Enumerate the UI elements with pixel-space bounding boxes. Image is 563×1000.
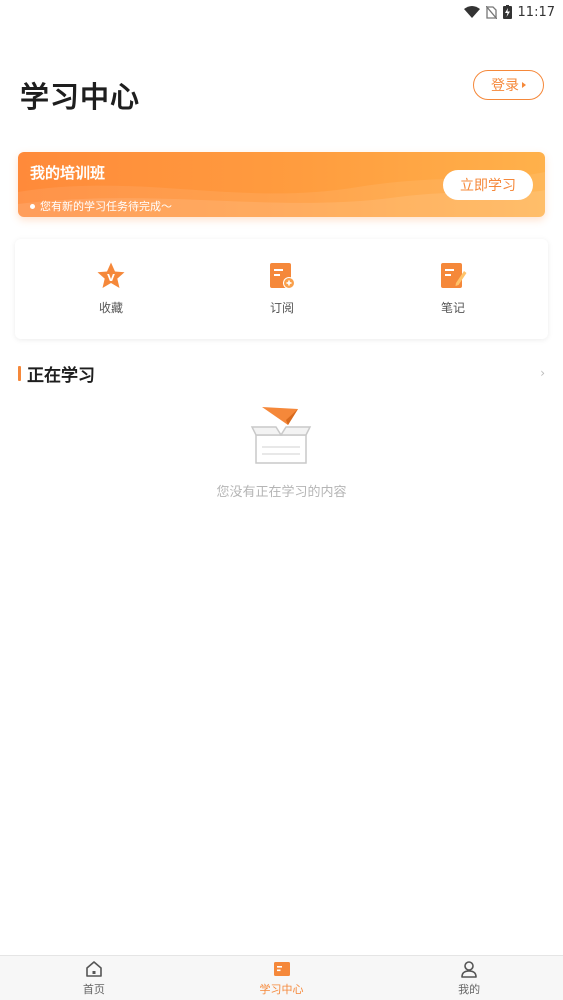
banner-subtitle-text: 您有新的学习任务待完成～ — [40, 200, 172, 213]
start-study-button[interactable]: 立即学习 — [443, 170, 533, 200]
quick-action-label: 笔记 — [440, 301, 465, 315]
tab-label: 首页 — [82, 983, 105, 996]
tab-home[interactable]: 首页 — [0, 956, 188, 1000]
empty-state-text: 您没有正在学习的内容 — [216, 485, 347, 500]
profile-icon — [461, 961, 477, 978]
status-bar: 11:17 — [0, 0, 563, 24]
bottom-tab-bar: 首页 学习中心 我的 — [0, 955, 563, 1000]
bullet-dot-icon — [30, 203, 35, 209]
banner-title: 我的培训班 — [30, 164, 106, 182]
section-header-learning[interactable]: 正在学习 › — [18, 362, 545, 386]
subscribe-icon — [270, 263, 295, 289]
section-title: 正在学习 — [27, 365, 95, 386]
note-icon — [441, 263, 467, 288]
section-accent-bar — [18, 365, 21, 381]
chevron-right-icon[interactable]: › — [540, 366, 545, 380]
tab-label: 我的 — [458, 983, 481, 996]
study-center-icon — [273, 962, 290, 976]
quick-action-subscribe[interactable]: 订阅 — [242, 261, 322, 316]
caret-right-icon — [522, 82, 526, 88]
tab-profile[interactable]: 我的 — [375, 956, 563, 1000]
empty-box-icon — [250, 407, 312, 464]
login-label: 登录 — [491, 78, 519, 94]
tab-label: 学习中心 — [259, 983, 304, 996]
quick-action-label: 收藏 — [98, 301, 123, 315]
battery-charging-icon — [502, 5, 512, 19]
training-banner[interactable]: 我的培训班 您有新的学习任务待完成～ 立即学习 — [18, 152, 545, 217]
status-time: 11:17 — [517, 4, 555, 20]
tab-study-center[interactable]: 学习中心 — [188, 956, 376, 1000]
login-button[interactable]: 登录 — [473, 70, 544, 100]
svg-text:V: V — [107, 273, 115, 284]
quick-actions-card: V 收藏 订阅 笔记 — [15, 239, 548, 339]
quick-action-label: 订阅 — [269, 301, 294, 315]
quick-action-favorite[interactable]: V 收藏 — [71, 261, 151, 316]
page-title: 学习中心 — [20, 80, 141, 114]
favorite-star-icon: V — [97, 262, 125, 288]
no-sim-icon — [485, 5, 497, 19]
home-icon — [86, 961, 102, 977]
banner-subtitle: 您有新的学习任务待完成～ — [30, 198, 172, 214]
quick-action-notes[interactable]: 笔记 — [413, 261, 493, 316]
wifi-icon — [463, 6, 480, 18]
